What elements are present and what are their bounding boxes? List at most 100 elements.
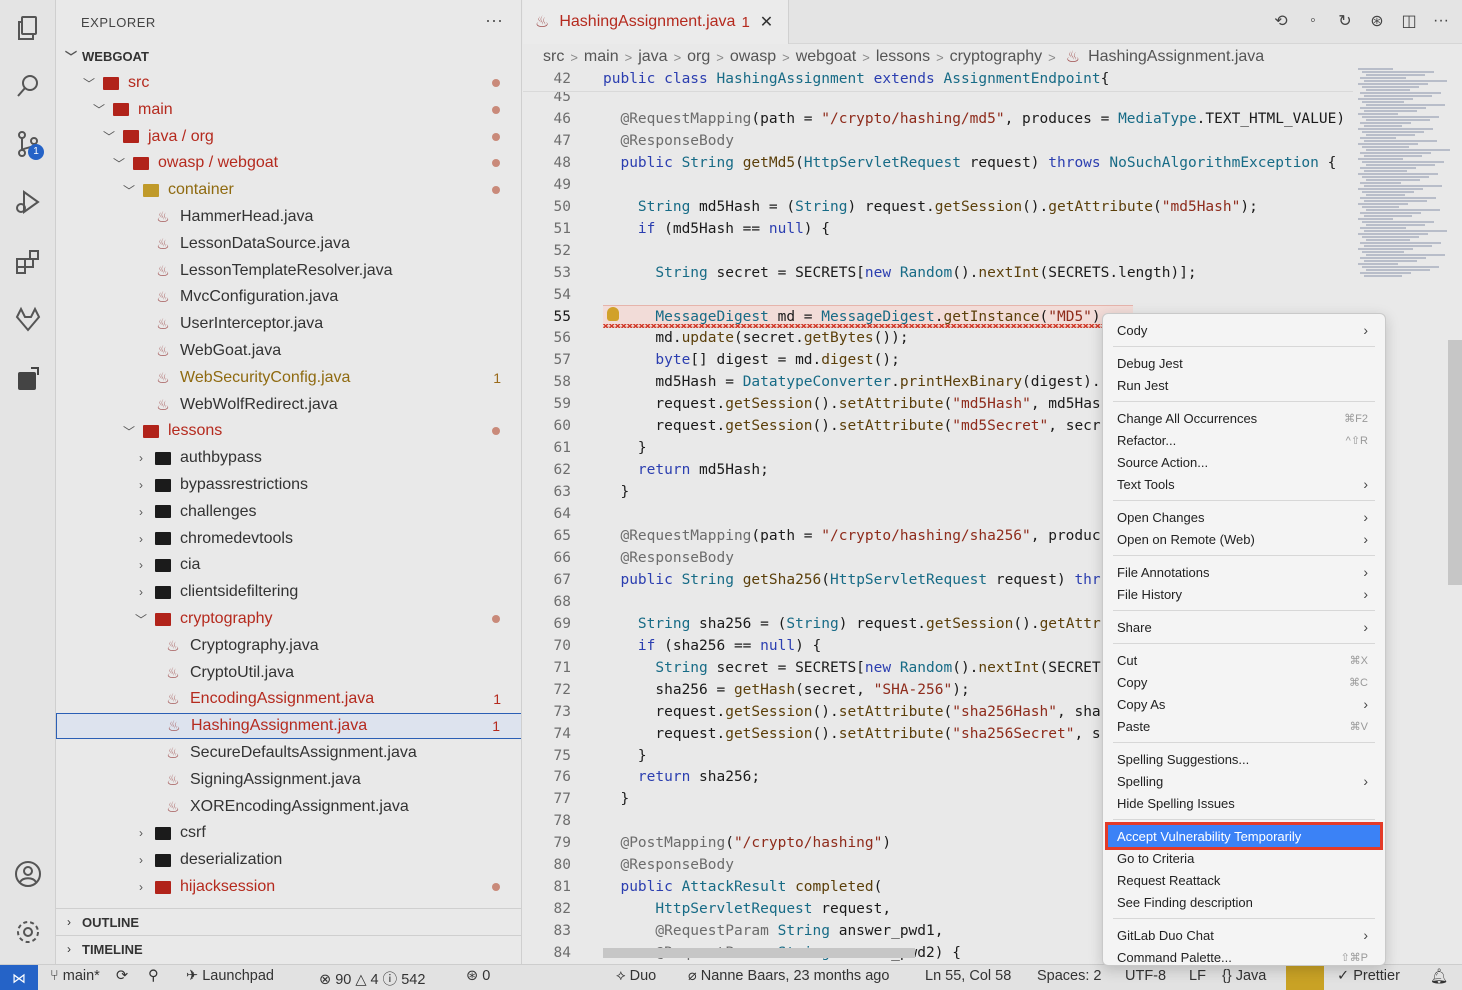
tree-item[interactable]: ﹀ java / org xyxy=(56,124,521,150)
split-editor-icon[interactable]: ◫ xyxy=(1398,10,1420,32)
tree-item[interactable]: ♨ HammerHead.java xyxy=(56,204,521,230)
tree-item[interactable]: ﹀ lessons xyxy=(56,418,521,444)
language-indicator[interactable]: {} Java xyxy=(1222,968,1266,984)
pencil-icon[interactable] xyxy=(1286,965,1324,990)
minimap[interactable] xyxy=(1358,68,1450,278)
tree-item[interactable]: › deserialization xyxy=(56,847,521,873)
menu-item[interactable]: File History › xyxy=(1108,583,1380,605)
tree-item[interactable]: ♨ WebWolfRedirect.java xyxy=(56,392,521,418)
menu-item[interactable]: Paste ⌘V xyxy=(1108,715,1380,737)
menu-item[interactable]: Go to Criteria xyxy=(1108,847,1380,869)
breadcrumb-item[interactable]: owasp xyxy=(730,48,776,66)
remote-indicator-icon[interactable]: ⋈ xyxy=(0,965,38,990)
menu-item[interactable]: Cut ⌘X xyxy=(1108,649,1380,671)
tree-item[interactable]: ﹀ cryptography xyxy=(56,606,521,632)
tree-item[interactable]: ♨ MvcConfiguration.java xyxy=(56,284,521,310)
tree-item[interactable]: ♨ WebSecurityConfig.java 1 xyxy=(56,365,521,391)
menu-item[interactable]: Text Tools › xyxy=(1108,473,1380,495)
git-graph-icon[interactable]: ⚲ xyxy=(148,968,159,984)
account-icon[interactable] xyxy=(8,854,48,894)
menu-item[interactable]: Request Reattack xyxy=(1108,869,1380,891)
breadcrumb-item[interactable]: HashingAssignment.java xyxy=(1088,48,1264,66)
tree-item[interactable]: ♨ EncodingAssignment.java 1 xyxy=(56,686,521,712)
prettier-indicator[interactable]: ✓ Prettier xyxy=(1337,968,1400,984)
timeline-section[interactable]: › TIMELINE xyxy=(56,935,521,962)
more-actions-icon[interactable]: ··· xyxy=(485,10,503,31)
menu-item[interactable]: Spelling Suggestions... xyxy=(1108,748,1380,770)
timeline-previous-icon[interactable]: ◦ xyxy=(1302,10,1324,32)
menu-item[interactable]: Change All Occurrences ⌘F2 xyxy=(1108,407,1380,429)
sync-icon[interactable]: ⟳ xyxy=(116,968,128,984)
tab-hashing-assignment[interactable]: ♨ HashingAssignment.java 1 ✕ xyxy=(523,0,789,44)
menu-item[interactable]: Accept Vulnerability Temporarily xyxy=(1105,822,1383,850)
breadcrumb-item[interactable]: webgoat xyxy=(796,48,857,66)
horizontal-scrollbar[interactable] xyxy=(603,948,915,958)
cursor-position[interactable]: Ln 55, Col 58 xyxy=(925,968,1011,984)
tree-item[interactable]: ﹀ src xyxy=(56,70,521,96)
menu-item[interactable]: Debug Jest xyxy=(1108,352,1380,374)
eol-indicator[interactable]: LF xyxy=(1189,968,1206,984)
menu-item[interactable]: Open Changes › xyxy=(1108,506,1380,528)
breadcrumb-item[interactable]: lessons xyxy=(876,48,930,66)
vertical-scrollbar[interactable] xyxy=(1448,340,1462,585)
bell-icon[interactable]: 🔔︎ xyxy=(1430,968,1448,985)
timeline-next-icon[interactable]: ↻ xyxy=(1334,10,1356,32)
breadcrumb-item[interactable]: main xyxy=(584,48,619,66)
extensions-icon[interactable] xyxy=(8,242,48,282)
outline-section[interactable]: › OUTLINE xyxy=(56,908,521,935)
indentation-indicator[interactable]: Spaces: 2 xyxy=(1037,968,1102,984)
tree-item[interactable]: ♨ Cryptography.java xyxy=(56,633,521,659)
workspace-root[interactable]: ﹀ WEBGOAT xyxy=(64,43,521,69)
tree-item[interactable]: › csrf xyxy=(56,820,521,846)
tree-item[interactable]: ﹀ container xyxy=(56,177,521,203)
menu-item[interactable]: Copy ⌘C xyxy=(1108,671,1380,693)
problems-indicator[interactable]: ⊗ 90 △ 4 ⓘ 542 xyxy=(319,968,425,989)
cody-icon[interactable] xyxy=(8,360,48,400)
breadcrumb-item[interactable]: java xyxy=(638,48,667,66)
tree-item[interactable]: ﹀ main xyxy=(56,97,521,123)
duo-indicator[interactable]: ⟡ Duo xyxy=(616,968,656,984)
gear-icon[interactable] xyxy=(8,912,48,952)
tree-item[interactable]: › hijacksession xyxy=(56,874,521,900)
run-debug-icon[interactable] xyxy=(8,182,48,222)
branch-indicator[interactable]: ⑂ main* xyxy=(50,968,100,984)
tree-item[interactable]: ♨ LessonDataSource.java xyxy=(56,231,521,257)
tree-item[interactable]: › bypassrestrictions xyxy=(56,472,521,498)
tree-item[interactable]: ♨ HashingAssignment.java 1 xyxy=(56,713,521,740)
tree-item[interactable]: ♨ SigningAssignment.java xyxy=(56,767,521,793)
breadcrumb-item[interactable]: org xyxy=(687,48,710,66)
menu-item[interactable]: GitLab Duo Chat › xyxy=(1108,924,1380,946)
menu-item[interactable]: Share › xyxy=(1108,616,1380,638)
menu-item[interactable]: Refactor... ^⇧R xyxy=(1108,429,1380,451)
menu-item[interactable]: Run Jest xyxy=(1108,374,1380,396)
go-back-icon[interactable]: ⟲ xyxy=(1270,10,1292,32)
tree-item[interactable]: › chromedevtools xyxy=(56,526,521,552)
git-compare-icon[interactable]: ⊛ xyxy=(1366,10,1388,32)
more-actions-icon[interactable]: ··· xyxy=(1430,10,1452,32)
close-icon[interactable]: ✕ xyxy=(760,12,773,32)
gitlab-icon[interactable] xyxy=(8,300,48,340)
menu-item[interactable]: File Annotations › xyxy=(1108,561,1380,583)
ports-indicator[interactable]: ⊛ 0 xyxy=(466,968,490,984)
menu-item[interactable]: Open on Remote (Web) › xyxy=(1108,528,1380,550)
menu-item[interactable]: Cody › xyxy=(1108,319,1380,341)
tree-item[interactable]: ♨ UserInterceptor.java xyxy=(56,311,521,337)
tree-item[interactable]: ♨ LessonTemplateResolver.java xyxy=(56,258,521,284)
menu-item[interactable]: Copy As › xyxy=(1108,693,1380,715)
source-control-icon[interactable]: 1 xyxy=(8,124,48,164)
tree-item[interactable]: ♨ WebGoat.java xyxy=(56,338,521,364)
sticky-scroll-line[interactable]: 42 public class HashingAssignment extend… xyxy=(523,68,1353,92)
encoding-indicator[interactable]: UTF-8 xyxy=(1125,968,1166,984)
breadcrumb-item[interactable]: cryptography xyxy=(950,48,1043,66)
menu-item[interactable]: Hide Spelling Issues xyxy=(1108,792,1380,814)
tree-item[interactable]: ♨ CryptoUtil.java xyxy=(56,660,521,686)
tree-item[interactable]: ♨ SecureDefaultsAssignment.java xyxy=(56,740,521,766)
launchpad-item[interactable]: ✈ Launchpad xyxy=(186,968,274,984)
menu-item[interactable]: Source Action... xyxy=(1108,451,1380,473)
tree-item[interactable]: › authbypass xyxy=(56,445,521,471)
tree-item[interactable]: › clientsidefiltering xyxy=(56,579,521,605)
tree-item[interactable]: ﹀ owasp / webgoat xyxy=(56,150,521,176)
breadcrumb-item[interactable]: src xyxy=(543,48,564,66)
tree-item[interactable]: ♨ XOREncodingAssignment.java xyxy=(56,794,521,820)
search-icon[interactable] xyxy=(8,66,48,106)
